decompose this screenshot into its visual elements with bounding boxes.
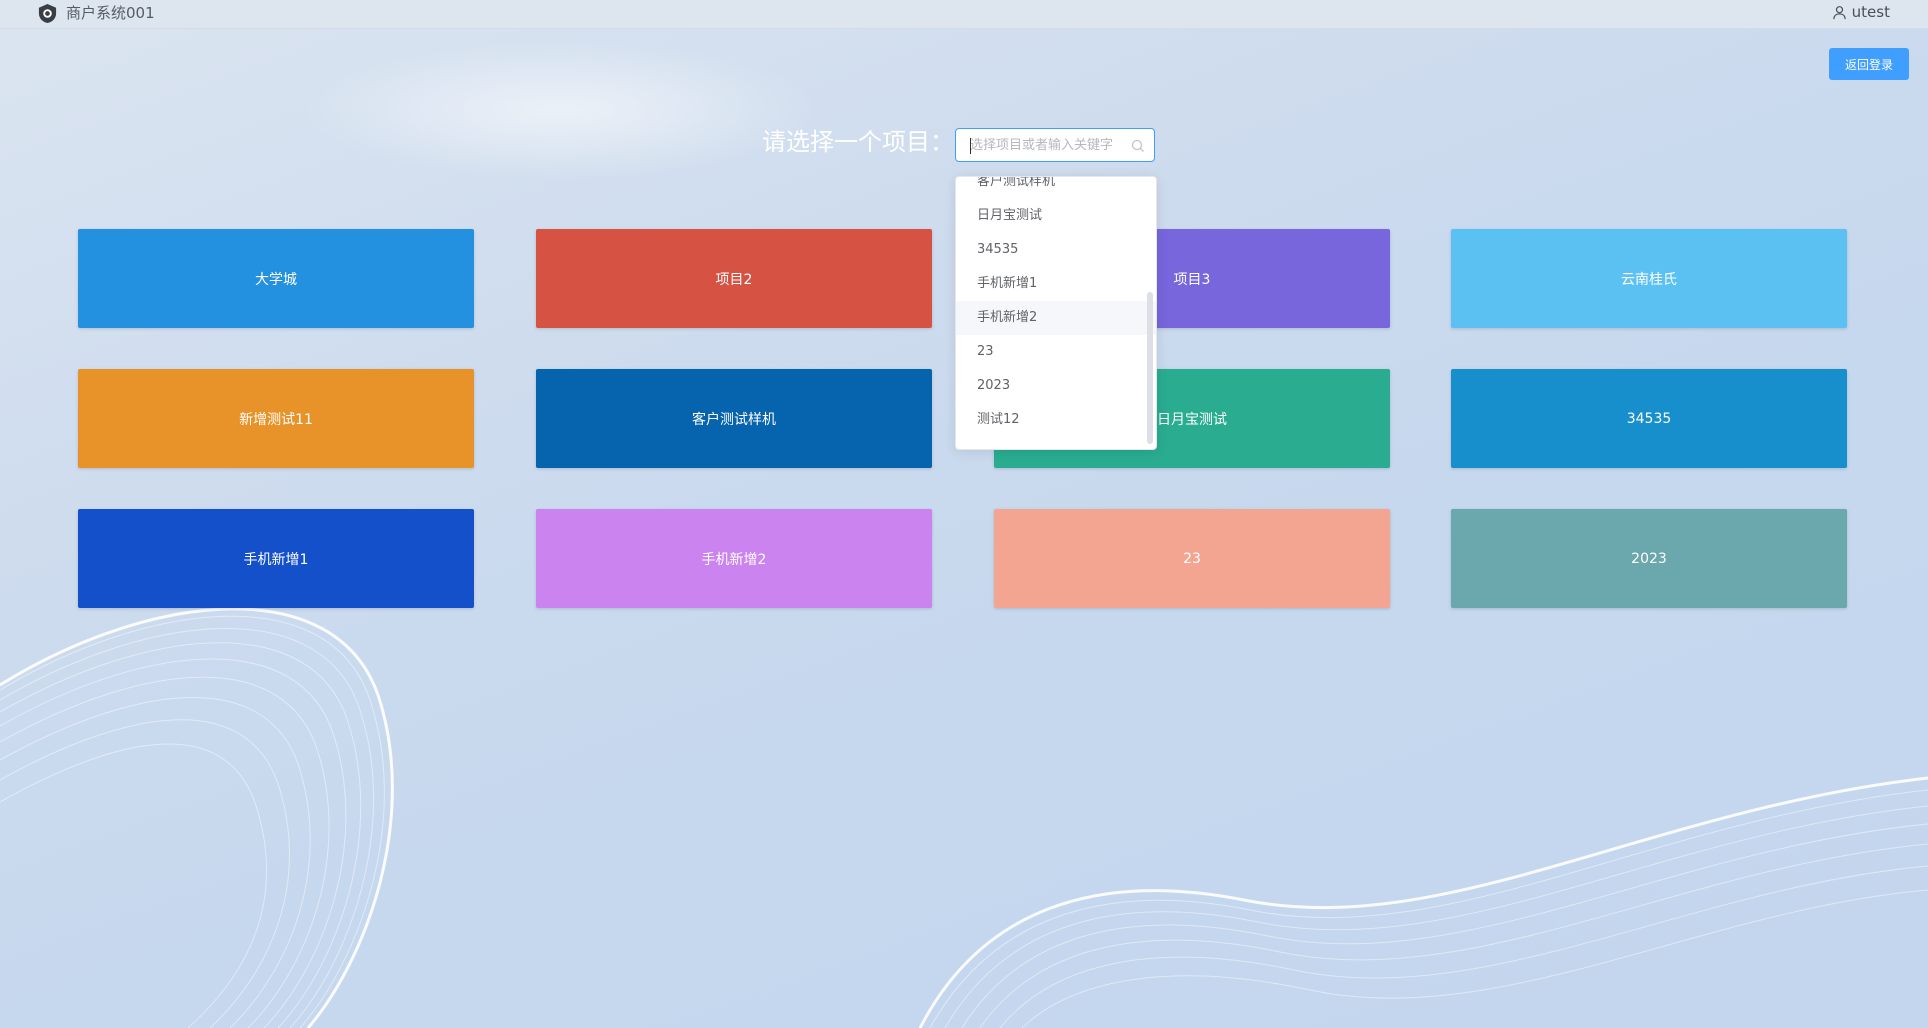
project-tile-label: 项目3 <box>1173 271 1211 288</box>
project-tile-label: 23 <box>1183 550 1201 567</box>
search-icon <box>1131 139 1144 152</box>
project-tile[interactable]: 手机新增1 <box>78 509 474 608</box>
user-menu[interactable]: utest <box>1832 2 1890 22</box>
project-tile[interactable]: 云南桂氏 <box>1451 229 1847 328</box>
project-search-box[interactable] <box>955 128 1155 162</box>
project-tile[interactable]: 大学城 <box>78 229 474 328</box>
dropdown-scrollbar[interactable] <box>1147 292 1153 444</box>
project-tile[interactable]: 项目2 <box>536 229 932 328</box>
dropdown-list: 客户测试样机 日月宝测试 34535 手机新增1 手机新增2 23 2023 测试12 <box>956 177 1156 437</box>
user-icon <box>1832 5 1846 19</box>
app-title: 商户系统001 <box>66 4 155 22</box>
project-tile[interactable]: 手机新增2 <box>536 509 932 608</box>
project-select-label: 请选择一个项目： <box>762 128 954 156</box>
project-tile-label: 客户测试样机 <box>692 411 776 428</box>
dropdown-option[interactable]: 2023 <box>956 369 1156 403</box>
project-tile-label: 大学城 <box>255 271 297 288</box>
project-search-input[interactable] <box>970 129 1130 161</box>
shield-logo-icon <box>38 3 57 24</box>
username: utest <box>1851 3 1890 21</box>
project-tile[interactable]: 34535 <box>1451 369 1847 468</box>
project-tile-label: 云南桂氏 <box>1621 271 1677 288</box>
project-tile-label: 手机新增1 <box>243 551 309 568</box>
dropdown-option[interactable]: 测试12 <box>956 403 1156 437</box>
project-tile-label: 2023 <box>1631 550 1667 567</box>
project-dropdown: 客户测试样机 日月宝测试 34535 手机新增1 手机新增2 23 2023 测试12 <box>955 176 1157 450</box>
dropdown-option[interactable]: 客户测试样机 <box>956 177 1156 199</box>
dropdown-option[interactable]: 日月宝测试 <box>956 199 1156 233</box>
text-caret <box>970 138 971 154</box>
project-tile[interactable]: 23 <box>994 509 1390 608</box>
project-tile-label: 34535 <box>1626 410 1672 427</box>
project-tile-label: 新增测试11 <box>239 411 313 428</box>
project-tile-label: 手机新增2 <box>701 551 767 568</box>
back-to-login-button[interactable]: 返回登录 <box>1829 48 1909 80</box>
dropdown-option[interactable]: 手机新增2 <box>956 301 1156 335</box>
dropdown-option[interactable]: 34535 <box>956 233 1156 267</box>
dropdown-option[interactable]: 手机新增1 <box>956 267 1156 301</box>
project-tile[interactable]: 2023 <box>1451 509 1847 608</box>
project-tile[interactable]: 客户测试样机 <box>536 369 932 468</box>
project-tile-label: 项目2 <box>715 271 753 288</box>
project-tile[interactable]: 新增测试11 <box>78 369 474 468</box>
dropdown-option[interactable]: 23 <box>956 335 1156 369</box>
project-tile-label: 日月宝测试 <box>1157 411 1227 428</box>
top-bar: 商户系统001 utest <box>0 0 1928 29</box>
